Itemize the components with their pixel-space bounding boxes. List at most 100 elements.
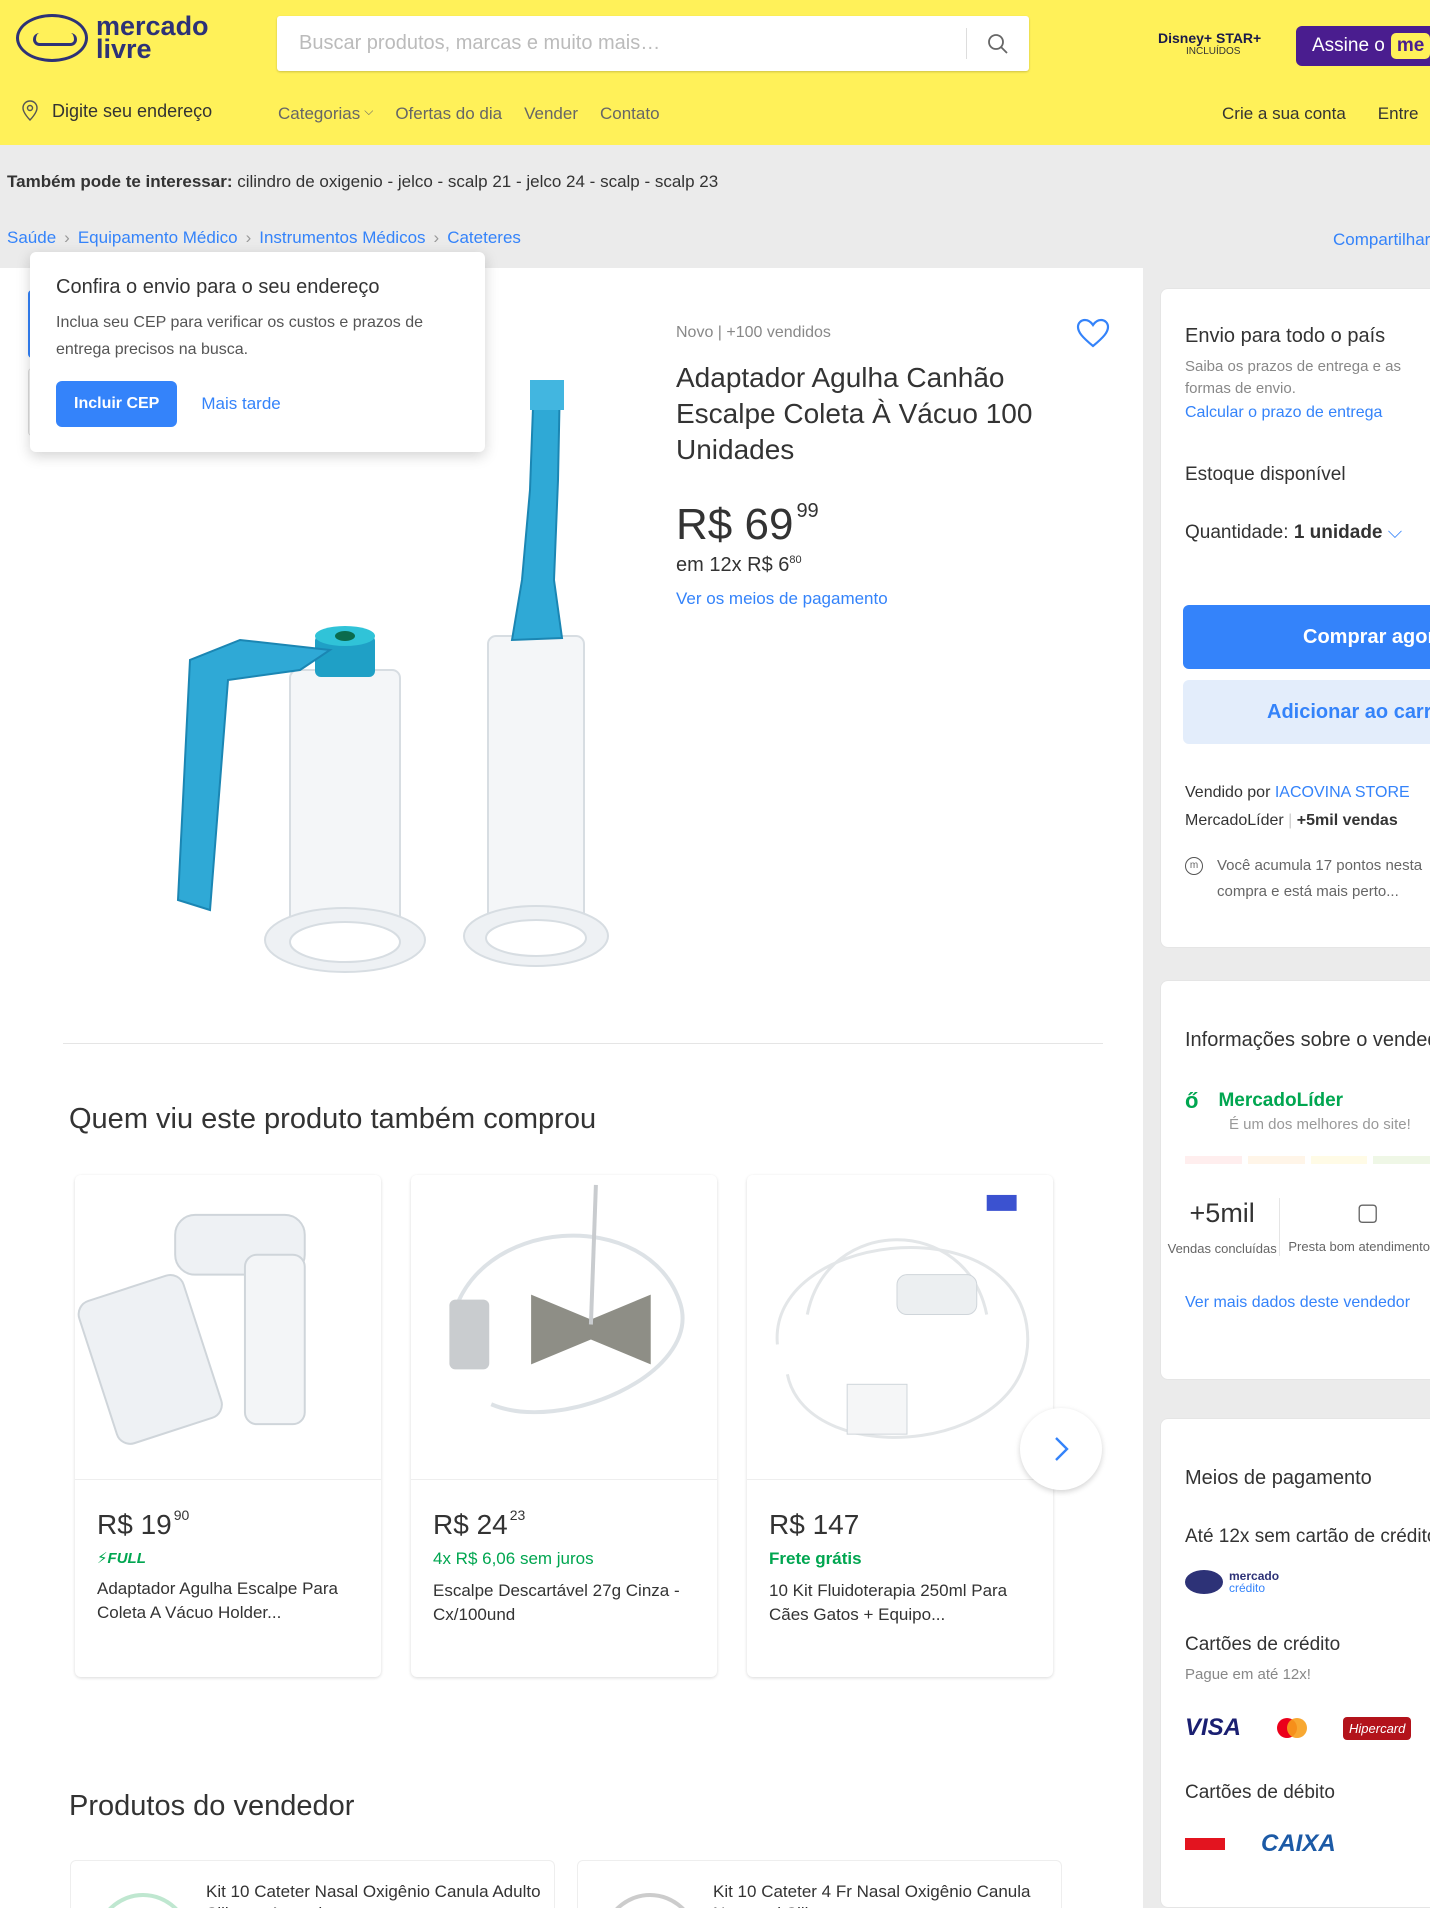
credit-cards-sub: Pague em até 12x! (1185, 1666, 1311, 1683)
search-input[interactable] (299, 16, 939, 71)
visa-logo: VISA (1185, 1714, 1242, 1741)
seller-products-row: Kit 10 Cateter Nasal Oxigênio Canula Adu… (70, 1860, 1062, 1908)
seller-product-card[interactable]: Kit 10 Cateter Nasal Oxigênio Canula Adu… (70, 1860, 555, 1908)
include-cep-button[interactable]: Incluir CEP (56, 381, 178, 427)
related-searches-items[interactable]: cilindro de oxigenio - jelco - scalp 21 … (237, 172, 718, 191)
seller-info-box: Informações sobre o vendedor ő MercadoLíd… (1160, 980, 1430, 1380)
service-label: Presta bom atendimento (1288, 1239, 1430, 1254)
chevron-down-icon: ⌵ (364, 104, 374, 118)
mercado-lider-badge: ő MercadoLíder (1185, 1088, 1344, 1113)
related-searches: Também pode te interessar: cilindro de o… (7, 172, 719, 191)
add-to-cart-button[interactable]: Adicionar ao carrinho (1183, 680, 1430, 744)
logo-text: mercado livre (96, 11, 209, 64)
debit-card-logos: CAIXA (1185, 1830, 1430, 1858)
product-card-price: R$ 24 23 (433, 1507, 526, 1540)
favorite-button[interactable] (1076, 318, 1110, 353)
nav-links: Categorias ⌵ Ofertas do dia Vender Contat… (278, 104, 660, 124)
product-image[interactable] (150, 380, 650, 990)
more-seller-data-link[interactable]: Ver mais dados deste vendedor (1185, 1294, 1430, 1312)
payment-methods-link[interactable]: Ver os meios de pagamento (676, 589, 1136, 609)
mastercard-logo (1277, 1718, 1308, 1738)
product-card[interactable]: R$ 24 23 4x R$ 6,06 sem juros Escalpe Des… (411, 1175, 717, 1677)
chevron-down-icon: ⌵ (1387, 522, 1403, 543)
free-shipping-tag: Frete grátis (769, 1549, 862, 1568)
top-header: mercado livre Disney+ STAR+ INCLUÍDOS As… (0, 0, 1430, 145)
popover-body: Inclua seu CEP para verificar os custos … (56, 314, 423, 358)
bolt-icon: ⚡ (97, 1550, 108, 1567)
product-thumbnail (95, 1893, 191, 1908)
product-card[interactable]: R$ 19 90 ⚡FULL Adaptador Agulha Escalpe P… (75, 1175, 381, 1677)
popover-title: Confira o envio para o seu endereço (56, 276, 380, 298)
handshake-icon (1185, 1570, 1223, 1594)
no-card-label: Até 12x sem cartão de crédito (1185, 1526, 1430, 1547)
carousel-next-button[interactable] (1020, 1408, 1102, 1490)
seller-link[interactable]: IACOVINA STORE (1275, 784, 1410, 801)
buy-now-button[interactable]: Comprar agora (1183, 605, 1430, 669)
also-bought-carousel: R$ 19 90 ⚡FULL Adaptador Agulha Escalpe P… (75, 1175, 1053, 1677)
breadcrumb: Saúde › Equipamento Médico › Instrumentos … (7, 228, 521, 248)
nav-vender[interactable]: Vender (524, 104, 578, 124)
medal-icon: ő (1185, 1088, 1199, 1113)
reputation-thermometer (1185, 1156, 1430, 1164)
shipping-popover: Confira o envio para o seu endereço Incl… (30, 252, 485, 452)
chevron-right-icon (1055, 1437, 1069, 1461)
breadcrumb-instrumentos[interactable]: Instrumentos Médicos (259, 228, 425, 248)
product-thumbnail (602, 1893, 698, 1908)
breadcrumb-equipamento[interactable]: Equipamento Médico (78, 228, 238, 248)
shipping-subtitle: Saiba os prazos de entrega e as formas d… (1185, 358, 1401, 397)
points-info: m Você acumula 17 pontos nesta compra e … (1185, 853, 1430, 905)
sales-count: +5mil (1189, 1198, 1255, 1228)
product-title: Adaptador Agulha Canhão Escalpe Coleta À… (676, 362, 1033, 465)
sales-label: Vendas concluídas (1167, 1241, 1277, 1256)
quantity-selector[interactable]: Quantidade: 1 unidade ⌵ (1185, 522, 1430, 544)
search-button[interactable] (967, 16, 1029, 71)
later-button[interactable]: Mais tarde (201, 394, 280, 414)
badge-subtitle: É um dos melhores do site! (1229, 1116, 1411, 1133)
search-icon (988, 33, 1008, 54)
product-card-price: R$ 19 90 (97, 1507, 190, 1540)
header-nav: Digite seu endereço Categorias ⌵ Ofertas … (0, 100, 1430, 130)
product-card-price: R$ 147 (769, 1509, 860, 1540)
mercado-credito-logo: mercado crédito (1185, 1570, 1430, 1594)
seller-reputation: MercadoLíder | +5mil vendas (1185, 812, 1398, 829)
product-condition: Novo | +100 vendidos (676, 324, 831, 341)
full-badge: ⚡FULL (97, 1550, 146, 1567)
seller-product-card[interactable]: Kit 10 Cateter 4 Fr Nasal Oxigênio Canul… (577, 1860, 1062, 1908)
create-account-link[interactable]: Crie a sua conta (1222, 104, 1346, 124)
location-pin-icon (22, 100, 38, 121)
share-link[interactable]: Compartilhar (1333, 230, 1430, 250)
also-bought-title: Quem viu este produto também comprou (69, 1103, 597, 1135)
handshake-icon (16, 14, 88, 62)
chat-icon: ▢ (1356, 1199, 1380, 1226)
payment-title: Meios de pagamento (1185, 1467, 1372, 1489)
seller-info-title: Informações sobre o vendedor (1185, 1029, 1430, 1051)
address-selector[interactable]: Digite seu endereço (22, 100, 212, 122)
breadcrumb-saude[interactable]: Saúde (7, 228, 56, 248)
search-bar (277, 16, 1029, 71)
subscribe-button[interactable]: Assine o me (1296, 26, 1430, 66)
product-card-image (747, 1175, 1053, 1480)
disney-star-promo[interactable]: Disney+ STAR+ INCLUÍDOS (1158, 30, 1261, 57)
calculate-delivery-link[interactable]: Calcular o prazo de entrega (1185, 404, 1430, 422)
installments: em 12x R$ 680 (676, 554, 802, 576)
product-card-title: Adaptador Agulha Escalpe Para Coleta A V… (97, 1579, 339, 1622)
caixa-logo: CAIXA (1261, 1830, 1336, 1857)
credit-card-logos: VISA Hipercard (1185, 1714, 1430, 1742)
product-info: Novo | +100 vendidos Adaptador Agulha Ca… (676, 324, 1136, 609)
breadcrumb-cateteres[interactable]: Cateteres (447, 228, 521, 248)
hipercard-logo: Hipercard (1343, 1716, 1412, 1740)
nav-ofertas[interactable]: Ofertas do dia (395, 104, 502, 124)
stock-label: Estoque disponível (1185, 464, 1346, 485)
credit-cards-title: Cartões de crédito (1185, 1634, 1341, 1655)
product-card-title: Escalpe Descartável 27g Cinza - Cx/100un… (433, 1581, 680, 1624)
mercado-livre-logo[interactable]: mercado livre (16, 11, 209, 64)
login-link[interactable]: Entre (1378, 104, 1419, 124)
product-card-title: 10 Kit Fluidoterapia 250ml Para Cães Gat… (769, 1581, 1008, 1624)
debit-cards-title: Cartões de débito (1185, 1782, 1335, 1803)
nav-contato[interactable]: Contato (600, 104, 660, 124)
product-card-image (411, 1175, 717, 1480)
nav-categorias[interactable]: Categorias (278, 104, 360, 124)
installment-tag: 4x R$ 6,06 sem juros (433, 1549, 594, 1568)
product-card[interactable]: R$ 147 Frete grátis 10 Kit Fluidoterapia… (747, 1175, 1053, 1677)
sold-by: Vendido por IACOVINA STORE (1185, 784, 1410, 801)
